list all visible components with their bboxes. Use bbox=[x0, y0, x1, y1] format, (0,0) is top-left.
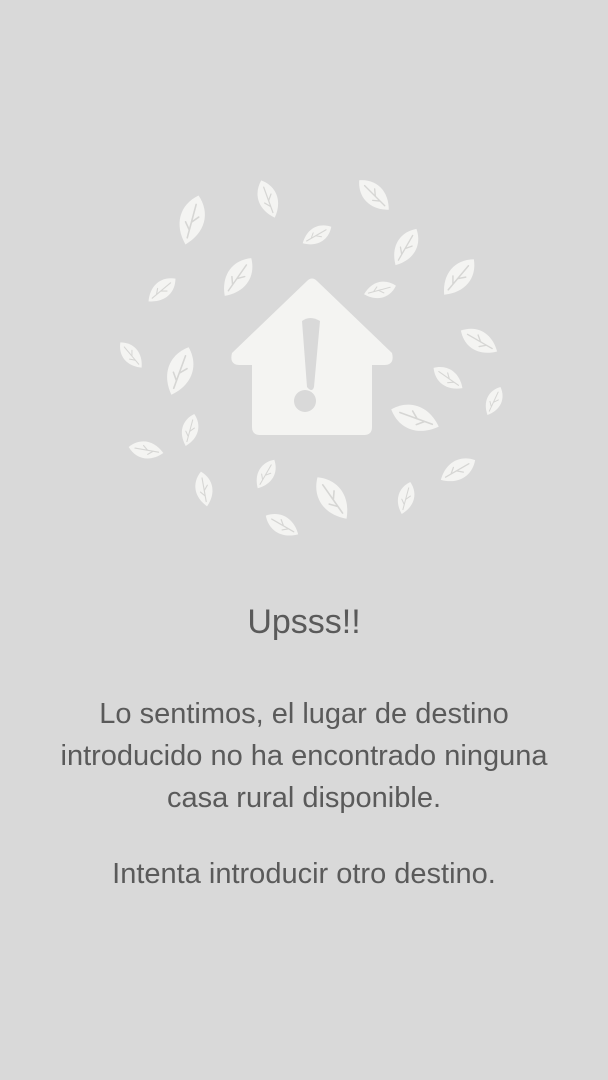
leaf-icon bbox=[192, 469, 216, 509]
leaf-icon bbox=[435, 451, 481, 489]
leaf-icon bbox=[260, 507, 304, 543]
empty-state-hint: Intenta introducir otro destino. bbox=[112, 858, 496, 890]
leaf-icon bbox=[434, 251, 484, 303]
leaf-icon bbox=[480, 383, 508, 419]
leaf-icon bbox=[386, 397, 444, 439]
leaf-icon bbox=[361, 277, 399, 303]
leaf-icon bbox=[386, 223, 426, 271]
leaf-icon bbox=[298, 219, 336, 251]
leaf-icon bbox=[172, 191, 212, 249]
leaf-icon bbox=[214, 251, 262, 303]
leaf-icon bbox=[455, 321, 503, 361]
leaf-icon bbox=[428, 360, 468, 396]
leaf-icon bbox=[250, 455, 282, 493]
leaf-icon bbox=[126, 438, 166, 462]
leaf-icon bbox=[393, 479, 419, 517]
house-warning-icon bbox=[231, 278, 393, 435]
leaf-icon bbox=[351, 172, 397, 218]
leaf-icon bbox=[142, 271, 182, 309]
leaf-icon bbox=[159, 342, 201, 400]
empty-state-title: Upsss!! bbox=[247, 603, 361, 641]
leaf-icon bbox=[251, 176, 285, 222]
leaf-icon bbox=[177, 411, 203, 449]
no-results-screen: Upsss!! Lo sentimos, el lugar de destino… bbox=[0, 0, 608, 1080]
leaf-icon bbox=[113, 336, 149, 374]
leaf-icon bbox=[306, 469, 358, 527]
no-results-illustration bbox=[104, 165, 514, 555]
empty-state-message: Lo sentimos, el lugar de destino introdu… bbox=[60, 698, 548, 814]
